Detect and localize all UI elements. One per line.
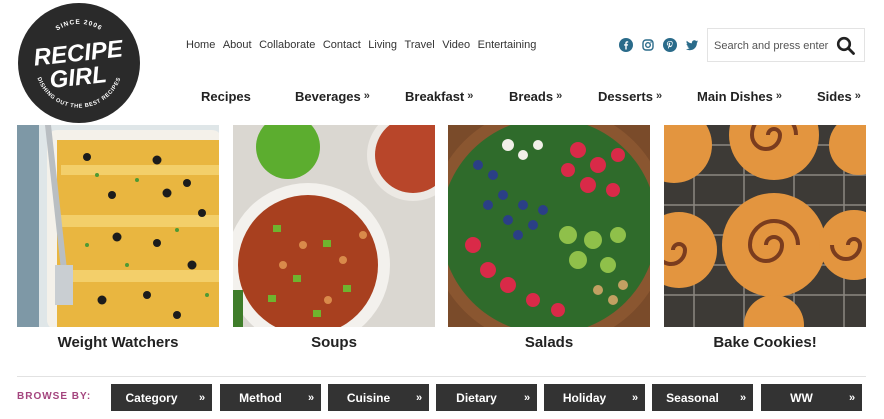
top-link-entertaining[interactable]: Entertaining [478, 39, 537, 51]
logo-top-text: SINCE 2006 [55, 19, 103, 33]
filter-cuisine-button[interactable]: Cuisine » [328, 384, 429, 411]
filter-label: Category [125, 390, 178, 405]
filter-label: Cuisine [346, 390, 391, 405]
chevron-down-icon: » [467, 90, 474, 102]
tile-weight-watchers-image[interactable] [17, 125, 219, 327]
filter-label: WW [790, 390, 813, 405]
nav-item-label: Recipes [201, 89, 251, 104]
nav-item-main-dishes[interactable]: Main Dishes » [697, 89, 782, 104]
filter-seasonal-button[interactable]: Seasonal » [652, 384, 753, 411]
nav-item-breakfast[interactable]: Breakfast » [405, 89, 473, 104]
tile-soups-image[interactable] [233, 125, 435, 327]
nav-item-sides[interactable]: Sides » [817, 89, 861, 104]
chevron-down-icon: » [631, 391, 639, 404]
browse-by-label: BROWSE BY: [17, 391, 92, 402]
nav-item-label: Beverages [295, 89, 361, 104]
chevron-down-icon: » [556, 90, 563, 102]
tile-label-weight-watchers[interactable]: Weight Watchers [17, 334, 219, 351]
top-link-contact[interactable]: Contact [323, 39, 361, 51]
top-link-living[interactable]: Living [368, 39, 397, 51]
nav-item-label: Desserts [598, 89, 653, 104]
chevron-down-icon: » [307, 391, 315, 404]
tile-salads-image[interactable] [448, 125, 650, 327]
facebook-icon[interactable] [619, 38, 633, 52]
filter-category-button[interactable]: Category » [111, 384, 212, 411]
top-link-collaborate[interactable]: Collaborate [259, 39, 315, 51]
nav-item-recipes[interactable]: Recipes [201, 89, 251, 104]
divider [17, 376, 866, 377]
filter-label: Seasonal [666, 390, 719, 405]
tile-bake-cookies-image[interactable] [664, 125, 866, 327]
nav-item-label: Main Dishes [697, 89, 773, 104]
pinterest-icon[interactable] [663, 38, 677, 52]
chevron-down-icon: » [523, 391, 531, 404]
filter-label: Holiday [562, 390, 607, 405]
chevron-down-icon: » [854, 90, 861, 102]
tile-label-soups[interactable]: Soups [233, 334, 435, 351]
nav-item-breads[interactable]: Breads » [509, 89, 562, 104]
nav-item-label: Breads [509, 89, 554, 104]
chevron-down-icon: » [415, 391, 423, 404]
svg-text:SINCE 2006: SINCE 2006 [55, 19, 104, 33]
chevron-down-icon: » [198, 391, 206, 404]
top-link-video[interactable]: Video [442, 39, 470, 51]
filter-method-button[interactable]: Method » [220, 384, 321, 411]
search-input[interactable] [714, 37, 832, 55]
chevron-down-icon: » [655, 90, 663, 102]
filter-label: Method [239, 390, 282, 405]
chevron-down-icon: » [363, 90, 370, 102]
chevron-down-icon: » [848, 391, 856, 404]
search-box [707, 28, 865, 62]
filter-holiday-button[interactable]: Holiday » [544, 384, 645, 411]
nav-item-label: Breakfast [405, 89, 465, 104]
twitter-icon[interactable] [685, 38, 699, 52]
tile-label-bake-cookies[interactable]: Bake Cookies! [664, 334, 866, 351]
tile-label-salads[interactable]: Salads [448, 334, 650, 351]
top-link-home[interactable]: Home [186, 39, 215, 51]
top-link-travel[interactable]: Travel [405, 39, 435, 51]
search-icon[interactable] [836, 36, 856, 56]
nav-item-desserts[interactable]: Desserts » [598, 89, 662, 104]
filter-ww-button[interactable]: WW » [761, 384, 862, 411]
nav-item-beverages[interactable]: Beverages » [295, 89, 370, 104]
chevron-down-icon: » [775, 90, 782, 102]
social-links [619, 38, 699, 52]
top-links: Home About Collaborate Contact Living Tr… [186, 39, 544, 51]
instagram-icon[interactable] [641, 38, 655, 52]
nav-item-label: Sides [817, 89, 852, 104]
filter-label: Dietary [456, 390, 497, 405]
filter-dietary-button[interactable]: Dietary » [436, 384, 537, 411]
chevron-down-icon: » [739, 391, 747, 404]
top-link-about[interactable]: About [223, 39, 252, 51]
main-nav: Recipes Beverages » Breakfast » Breads »… [0, 89, 884, 109]
